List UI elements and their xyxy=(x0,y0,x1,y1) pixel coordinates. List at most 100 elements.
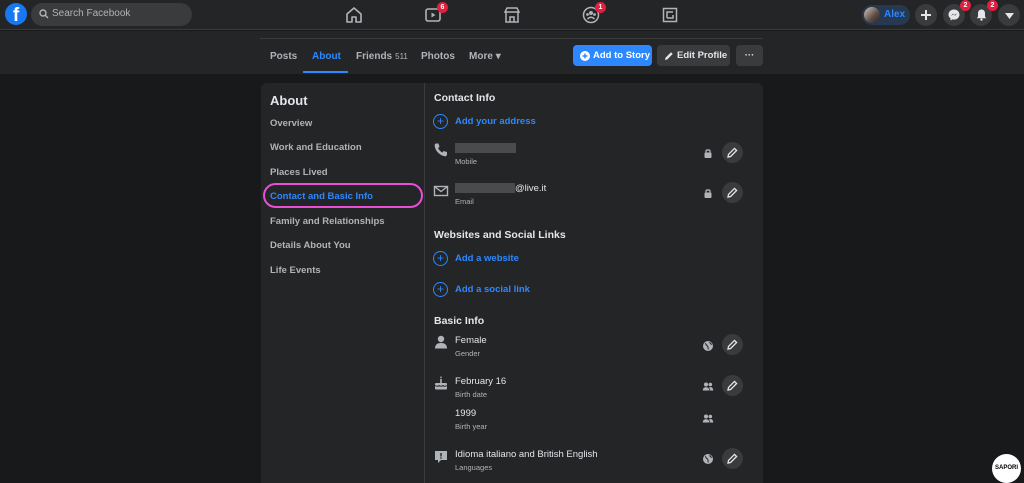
divider xyxy=(424,83,425,483)
plus-circle-icon: + xyxy=(433,282,448,297)
search-input[interactable]: Search Facebook xyxy=(31,3,192,26)
gender-label: Gender xyxy=(455,349,481,358)
avatar xyxy=(864,7,880,23)
birthyear-label: Birth year xyxy=(455,422,488,431)
globe-icon[interactable] xyxy=(702,340,714,352)
friends-count: 511 xyxy=(395,52,408,61)
more-options-button[interactable]: ··· xyxy=(736,45,763,66)
basic-info-heading: Basic Info xyxy=(434,315,485,327)
pencil-icon xyxy=(727,187,738,198)
edit-email-button[interactable] xyxy=(722,182,743,203)
phone-icon xyxy=(434,143,447,157)
about-heading: About xyxy=(270,93,308,108)
add-to-story-button[interactable]: Add to Story xyxy=(573,45,652,66)
languages-label: Languages xyxy=(455,463,493,472)
pencil-icon xyxy=(727,380,738,391)
plus-circle-icon xyxy=(580,50,590,61)
gaming-icon[interactable] xyxy=(661,6,679,24)
tab-about[interactable]: About xyxy=(312,51,341,62)
mobile-value xyxy=(455,143,516,154)
edit-mobile-button[interactable] xyxy=(722,142,743,163)
add-to-story-label: Add to Story xyxy=(593,50,650,61)
messenger-badge: 2 xyxy=(960,0,971,11)
friends-audience-icon[interactable] xyxy=(702,412,714,424)
about-card: About Overview Work and Education Places… xyxy=(261,83,763,483)
tab-posts[interactable]: Posts xyxy=(270,51,297,62)
pencil-icon xyxy=(665,51,673,60)
account-menu-button[interactable] xyxy=(998,4,1020,26)
add-social-label: Add a social link xyxy=(455,284,530,295)
search-icon xyxy=(39,9,49,19)
watch-icon[interactable]: 6 xyxy=(424,2,448,24)
chevron-down-icon: ▾ xyxy=(495,51,501,62)
marketplace-icon[interactable] xyxy=(503,6,521,24)
tab-more[interactable]: More ▾ xyxy=(469,51,501,62)
profile-tab-bar: Posts About Friends 511 Photos More ▾ Add… xyxy=(0,31,1024,74)
create-button[interactable] xyxy=(915,4,937,26)
facebook-logo[interactable]: f xyxy=(5,3,27,25)
redacted-phone xyxy=(455,143,516,154)
top-navigation-bar: f Search Facebook 6 1 Alex 2 2 xyxy=(0,0,1024,30)
contact-info-heading: Contact Info xyxy=(434,92,496,104)
pencil-icon xyxy=(727,453,738,464)
birthdate-label: Birth date xyxy=(455,390,488,399)
edit-profile-label: Edit Profile xyxy=(677,50,728,61)
messenger-icon xyxy=(948,9,960,21)
birthday-cake-icon xyxy=(434,376,448,390)
tab-photos[interactable]: Photos xyxy=(421,51,455,62)
mobile-label: Mobile xyxy=(455,157,478,166)
plus-icon xyxy=(921,10,931,20)
messenger-button[interactable]: 2 xyxy=(943,0,971,26)
plus-circle-icon: + xyxy=(433,114,448,129)
envelope-icon xyxy=(433,185,449,197)
email-value: @live.it xyxy=(455,183,546,194)
watch-badge: 6 xyxy=(437,2,448,13)
edit-gender-button[interactable] xyxy=(722,334,743,355)
pencil-icon xyxy=(727,339,738,350)
about-nav-details-about-you[interactable]: Details About You xyxy=(270,240,351,251)
about-nav-overview[interactable]: Overview xyxy=(270,118,312,129)
lock-icon[interactable] xyxy=(702,147,714,159)
profile-shortcut[interactable]: Alex xyxy=(862,5,910,25)
search-placeholder: Search Facebook xyxy=(52,8,131,19)
redacted-email xyxy=(455,183,515,194)
person-icon xyxy=(435,335,447,349)
notifications-badge: 2 xyxy=(987,0,998,11)
groups-icon[interactable]: 1 xyxy=(582,2,606,24)
about-nav-work-education[interactable]: Work and Education xyxy=(270,142,362,153)
plus-circle-icon: + xyxy=(433,251,448,266)
active-tab-indicator xyxy=(303,71,348,73)
lock-icon[interactable] xyxy=(702,187,714,199)
tab-friends[interactable]: Friends 511 xyxy=(356,51,408,62)
bell-icon xyxy=(976,9,986,21)
languages-value: Idioma italiano and British English xyxy=(455,449,598,460)
about-nav-family-relationships[interactable]: Family and Relationships xyxy=(270,216,385,227)
birthdate-value: February 16 xyxy=(455,376,507,387)
speech-bubble-icon xyxy=(435,451,447,463)
about-nav-places-lived[interactable]: Places Lived xyxy=(270,167,328,178)
birthyear-value: 1999 xyxy=(455,408,477,419)
caret-down-icon xyxy=(1004,13,1014,19)
user-name: Alex xyxy=(884,9,906,20)
home-icon[interactable] xyxy=(345,6,363,24)
pencil-icon xyxy=(727,147,738,158)
add-address-label: Add your address xyxy=(455,116,536,127)
watermark-logo: SAPORI xyxy=(992,454,1021,483)
gender-value: Female xyxy=(455,335,487,346)
globe-icon[interactable] xyxy=(702,453,714,465)
edit-birthdate-button[interactable] xyxy=(722,375,743,396)
edit-profile-button[interactable]: Edit Profile xyxy=(657,45,730,66)
tab-friends-label: Friends xyxy=(356,51,393,62)
add-website-label: Add a website xyxy=(455,253,519,264)
divider xyxy=(260,38,763,39)
websites-heading: Websites and Social Links xyxy=(434,229,566,241)
friends-audience-icon[interactable] xyxy=(702,380,714,392)
about-nav-life-events[interactable]: Life Events xyxy=(270,265,321,276)
email-domain: @live.it xyxy=(515,183,547,194)
groups-badge: 1 xyxy=(595,2,606,13)
edit-languages-button[interactable] xyxy=(722,448,743,469)
tab-more-label: More xyxy=(469,51,493,62)
email-label: Email xyxy=(455,197,474,206)
notifications-button[interactable]: 2 xyxy=(970,0,998,26)
highlight-annotation xyxy=(263,183,423,208)
